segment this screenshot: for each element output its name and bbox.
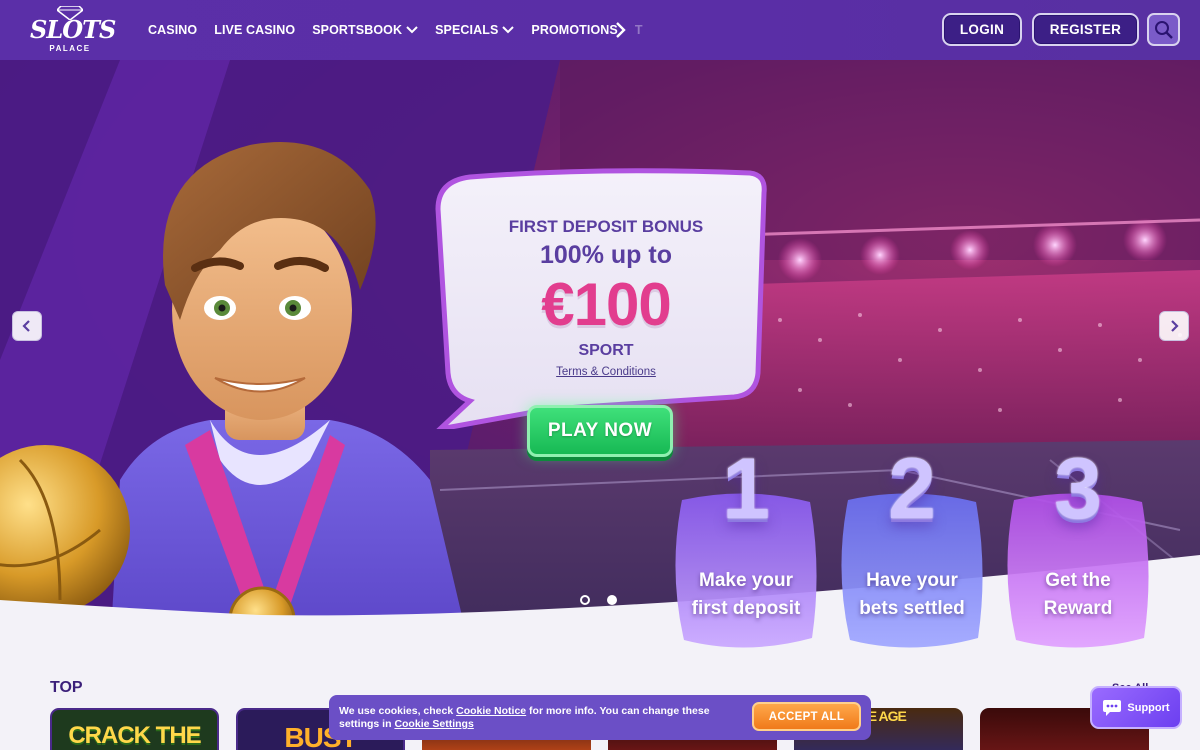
main-nav: CASINO LIVE CASINO SPORTSBOOK SPECIALS P… (148, 0, 649, 60)
hero-banner[interactable]: FIRST DEPOSIT BONUS 100% up to €100 SPOR… (0, 60, 1200, 650)
nav-item-promotions[interactable]: PROMOTIONS (531, 23, 617, 37)
nav-item-sportsbook[interactable]: SPORTSBOOK (312, 23, 418, 37)
nav-item-overflow[interactable]: T (635, 23, 643, 37)
register-button[interactable]: REGISTER (1032, 13, 1139, 46)
step-label-line: first deposit (691, 598, 801, 619)
step-card-2: 2 Have your bets settled (838, 444, 986, 650)
accept-all-button[interactable]: ACCEPT ALL (752, 702, 861, 731)
nav-item-label: PROMOTIONS (531, 23, 618, 37)
game-title: CRACK THE (68, 722, 201, 749)
cookie-notice-link[interactable]: Cookie Notice (456, 705, 526, 717)
section-title-top: TOP (50, 679, 83, 696)
support-label: Support (1127, 701, 1170, 714)
nav-item-label: CASINO (148, 23, 198, 37)
brand-logo[interactable]: SLOTS PALACE (30, 6, 116, 54)
game-card-1[interactable]: CRACK THE (50, 708, 219, 750)
bonus-amount: €100 (541, 271, 671, 338)
chevron-down-icon (502, 26, 515, 34)
step-label: Make your first deposit (672, 567, 820, 623)
bonus-title: FIRST DEPOSIT BONUS (508, 217, 704, 236)
step-label: Have your bets settled (838, 567, 986, 623)
step-number: 2 (888, 441, 936, 537)
bonus-product: SPORT (578, 342, 634, 359)
bonus-offer: FIRST DEPOSIT BONUS 100% up to €100 SPOR… (470, 216, 742, 380)
bonus-subtitle: 100% up to (540, 241, 672, 269)
nav-item-label: LIVE CASINO (214, 23, 296, 37)
step-number: 3 (1054, 441, 1102, 537)
step-label-line: Get the (1045, 570, 1111, 591)
nav-item-casino[interactable]: CASINO (148, 23, 197, 37)
slide-dot-2[interactable] (607, 595, 617, 605)
cookie-text-part: We use cookies, check (339, 705, 457, 717)
slide-indicators (580, 595, 617, 605)
nav-scroll-right-icon[interactable] (612, 20, 630, 40)
step-label: Get the Reward (1004, 567, 1152, 623)
step-label-line: bets settled (859, 598, 965, 619)
cookie-settings-link[interactable]: Cookie Settings (394, 718, 473, 730)
chevron-down-icon (406, 26, 418, 34)
slide-dot-1[interactable] (580, 595, 590, 605)
chat-icon (1103, 699, 1122, 716)
support-button[interactable]: Support (1090, 686, 1182, 729)
nav-item-specials[interactable]: SPECIALS (435, 23, 515, 37)
step-label-line: Have your (866, 570, 958, 591)
step-card-3: 3 Get the Reward (1004, 444, 1152, 650)
step-label-line: Make your (699, 570, 793, 591)
logo-subtext: PALACE (49, 44, 91, 53)
logo-text: SLOTS (30, 15, 116, 44)
terms-link[interactable]: Terms & Conditions (470, 364, 742, 380)
play-now-button[interactable]: PLAY NOW (527, 405, 673, 457)
nav-item-label: SPECIALS (435, 23, 499, 37)
chevron-left-icon (22, 320, 30, 332)
login-button[interactable]: LOGIN (942, 13, 1022, 46)
search-button[interactable] (1147, 13, 1180, 46)
cookie-message: We use cookies, check Cookie Notice for … (339, 705, 739, 731)
nav-item-live-casino[interactable]: LIVE CASINO (214, 23, 295, 37)
site-header: SLOTS PALACE CASINO LIVE CASINO SPORTSBO… (0, 0, 1200, 60)
cookie-banner: We use cookies, check Cookie Notice for … (329, 695, 871, 740)
chevron-right-icon (1171, 320, 1179, 332)
search-icon (1154, 20, 1173, 39)
step-card-1: 1 Make your first deposit (672, 444, 820, 650)
next-slide-button[interactable] (1159, 311, 1189, 341)
nav-item-label: T (634, 23, 643, 37)
step-label-line: Reward (1043, 598, 1113, 619)
prev-slide-button[interactable] (12, 311, 42, 341)
step-number: 1 (722, 441, 770, 537)
nav-item-label: SPORTSBOOK (312, 23, 403, 37)
